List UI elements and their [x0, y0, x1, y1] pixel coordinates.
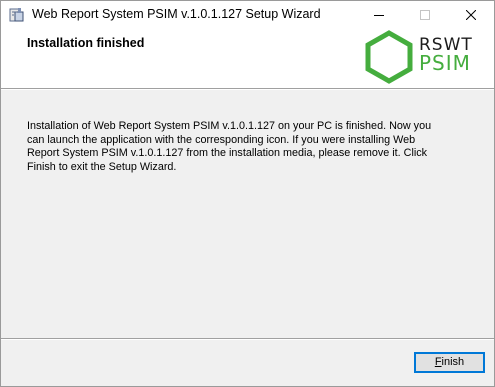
finish-button[interactable]: Finish — [414, 352, 485, 373]
finish-accelerator: F — [434, 356, 442, 368]
title-bar[interactable]: Web Report System PSIM v.1.0.1.127 Setup… — [1, 1, 494, 30]
maximize-button — [402, 1, 448, 30]
window-title: Web Report System PSIM v.1.0.1.127 Setup… — [32, 7, 321, 21]
setup-wizard-window: Web Report System PSIM v.1.0.1.127 Setup… — [0, 0, 495, 387]
installer-app-icon — [9, 7, 25, 23]
finish-button-label: inish — [441, 356, 465, 368]
hexagon-logo-icon — [365, 30, 413, 84]
wizard-header: Installation finished RSWT PSIM — [1, 30, 494, 88]
rswt-psim-logo: RSWT PSIM — [364, 30, 474, 84]
footer-divider — [1, 338, 494, 340]
page-title: Installation finished — [27, 36, 145, 50]
minimize-button[interactable] — [356, 1, 402, 30]
completion-message: Installation of Web Report System PSIM v… — [27, 120, 432, 173]
close-button[interactable] — [448, 1, 494, 30]
header-divider — [1, 88, 494, 90]
logo-text-psim: PSIM — [419, 51, 471, 75]
